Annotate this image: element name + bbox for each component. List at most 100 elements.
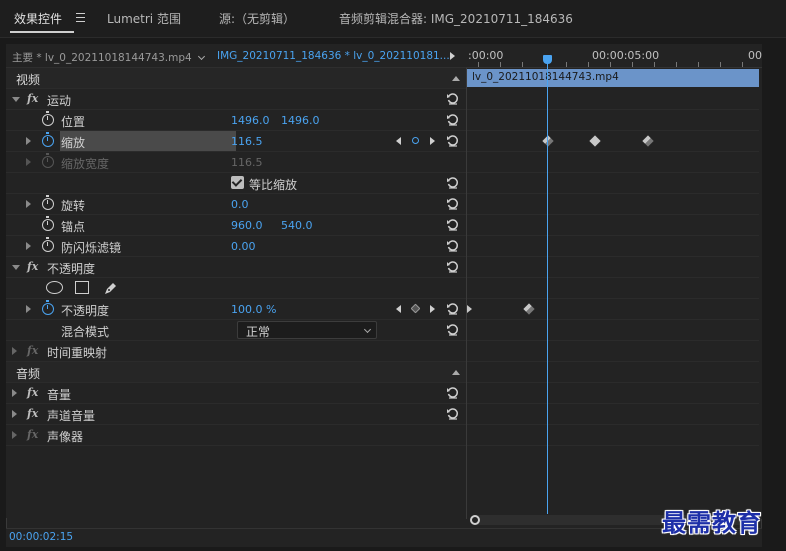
playhead-line[interactable] [547,62,548,514]
anchor-property-row: 锚点 960.0 540.0 [6,215,466,236]
volume-label: 音量 [47,388,72,402]
playhead-handle[interactable] [543,55,552,64]
anchor-x-value[interactable]: 960.0 [231,219,263,232]
reset-icon[interactable] [446,176,459,189]
tab-lumetri-scopes[interactable]: Lumetri 范围 [107,10,181,27]
current-timecode[interactable]: 00:00:02:15 [9,531,73,543]
master-clip-label[interactable]: 主要 * lv_0_20211018144743.mp4 [12,50,192,65]
next-keyframe-icon[interactable] [430,305,435,313]
tab-effect-controls[interactable]: 效果控件 [14,10,62,27]
clip-selector-row: 主要 * lv_0_20211018144743.mp4 IMG_2021071… [6,44,466,68]
timeline-row [467,110,759,131]
volume-effect-row[interactable]: fx 音量 [6,383,466,404]
fx-badge-icon[interactable]: fx [27,92,38,105]
ellipse-mask-icon[interactable] [46,281,63,294]
reset-icon[interactable] [446,92,459,105]
prev-keyframe-icon[interactable] [396,137,401,145]
ruler-tick [610,62,611,67]
expand-caret-icon[interactable] [26,137,31,145]
stopwatch-icon [42,153,54,168]
expand-caret-icon[interactable] [12,410,17,418]
chevron-down-icon [363,325,372,334]
reset-icon[interactable] [446,239,459,252]
reset-icon[interactable] [446,302,459,315]
opacity-effect-row[interactable]: fx 不透明度 [6,257,466,278]
timeline-row [467,236,759,257]
timeline-row [467,341,759,362]
expand-caret-icon[interactable] [26,242,31,250]
tab-source[interactable]: 源:（无剪辑） [219,10,295,27]
expand-caret-icon[interactable] [26,305,31,313]
ruler-tick [720,62,721,67]
scale-label: 缩放 [61,136,86,150]
blend-mode-value: 正常 [246,325,271,339]
anchor-y-value[interactable]: 540.0 [281,219,313,232]
stopwatch-icon[interactable] [42,216,54,231]
reset-icon[interactable] [446,323,459,336]
add-keyframe-icon[interactable] [410,303,421,314]
ruler-tick [632,62,633,67]
panel-menu-icon[interactable] [76,13,85,22]
motion-effect-row[interactable]: fx 运动 [6,89,466,110]
scale-value[interactable]: 116.5 [231,135,263,148]
rectangle-mask-icon[interactable] [75,281,89,294]
stopwatch-icon[interactable] [42,111,54,126]
next-keyframe-icon[interactable] [430,137,435,145]
rotation-value[interactable]: 0.0 [231,198,249,211]
position-x-value[interactable]: 1496.0 [231,114,270,127]
chevron-down-icon[interactable] [197,52,206,61]
prev-keyframe-icon[interactable] [396,305,401,313]
caret-up-icon[interactable] [452,370,460,375]
video-section-header[interactable]: 视频 [6,68,466,89]
expand-caret-icon[interactable] [12,347,17,355]
status-bar [6,528,762,547]
uniform-scale-checkbox[interactable] [231,176,244,189]
sequence-clip-label[interactable]: IMG_20210711_184636 * lv_0_202110181... [217,50,450,62]
stopwatch-icon[interactable] [42,300,54,315]
stopwatch-icon[interactable] [42,132,54,147]
fx-badge-icon[interactable]: fx [27,407,38,420]
ruler-tick [588,62,589,67]
opacity-value[interactable]: 100.0 % [231,303,276,316]
ruler-start-label: :00:00 [468,49,504,62]
add-keyframe-icon[interactable] [412,137,419,144]
blend-mode-label: 混合模式 [61,325,110,339]
anti-flicker-value[interactable]: 0.00 [231,240,256,253]
reset-icon[interactable] [446,386,459,399]
ruler-tick [742,62,743,67]
position-y-value[interactable]: 1496.0 [281,114,320,127]
expand-caret-icon[interactable] [12,389,17,397]
caret-up-icon[interactable] [452,76,460,81]
stopwatch-icon[interactable] [42,195,54,210]
time-remap-effect-row[interactable]: fx 时间重映射 [6,341,466,362]
reset-icon[interactable] [446,113,459,126]
uniform-scale-label: 等比缩放 [249,178,298,192]
play-only-clip-arrow-icon[interactable] [450,52,455,60]
fx-badge-icon[interactable]: fx [27,260,38,273]
expand-caret-icon[interactable] [12,97,20,102]
zoom-handle[interactable] [470,515,480,525]
reset-icon[interactable] [446,407,459,420]
pen-mask-icon[interactable] [102,280,118,296]
audio-section-header[interactable]: 音频 [6,362,466,383]
fx-badge-icon: fx [27,428,39,441]
reset-icon[interactable] [446,134,459,147]
panner-effect-row[interactable]: fx 声像器 [6,425,466,446]
tab-audio-clip-mixer[interactable]: 音频剪辑混合器: IMG_20210711_184636 [339,10,573,27]
clip-bar[interactable]: lv_0_20211018144743.mp4 [467,69,759,87]
blend-mode-select[interactable]: 正常 [237,321,377,339]
expand-caret-icon[interactable] [26,200,31,208]
expand-caret-icon[interactable] [12,265,20,270]
expand-caret-icon[interactable] [12,431,17,439]
reset-icon[interactable] [446,218,459,231]
ruler-tick [654,62,655,67]
reset-icon[interactable] [446,260,459,273]
stopwatch-icon[interactable] [42,237,54,252]
channel-volume-label: 声道音量 [47,409,96,423]
anti-flicker-property-row: 防闪烁滤镜 0.00 [6,236,466,257]
reset-icon[interactable] [446,197,459,210]
channel-volume-effect-row[interactable]: fx 声道音量 [6,404,466,425]
motion-label: 运动 [47,94,72,108]
opacity-keyframe[interactable] [467,305,472,313]
fx-badge-icon[interactable]: fx [27,386,38,399]
